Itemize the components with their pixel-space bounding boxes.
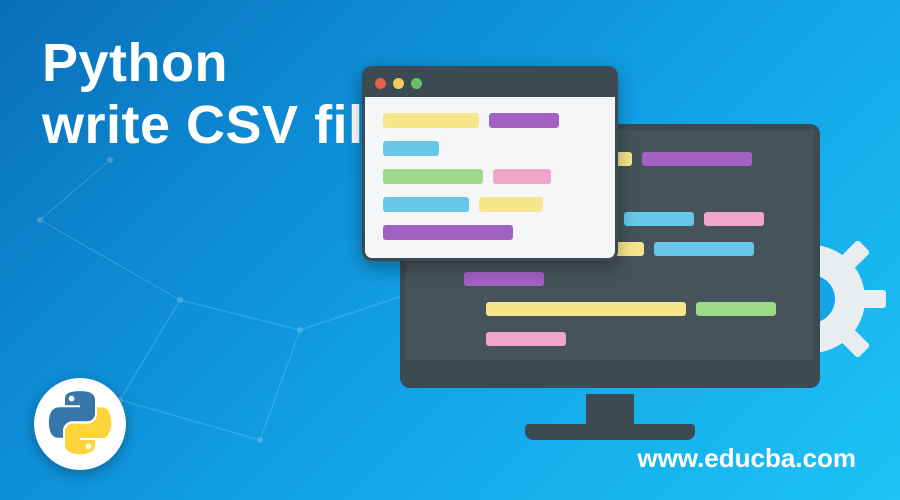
popup-titlebar [365, 69, 615, 97]
python-logo-badge [34, 378, 126, 470]
site-url: www.educba.com [637, 443, 856, 474]
illustration [304, 54, 864, 434]
popup-window [362, 66, 618, 261]
maximize-icon [411, 78, 422, 89]
minimize-icon [393, 78, 404, 89]
python-logo-icon [47, 391, 113, 457]
popup-body [365, 97, 615, 258]
close-icon [375, 78, 386, 89]
